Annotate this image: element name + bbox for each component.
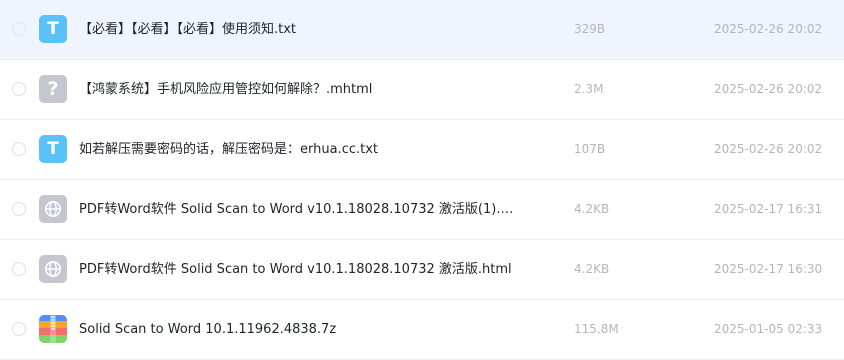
file-size: 4.2KB [574, 262, 610, 276]
file-date: 2025-01-05 02:33 [714, 322, 823, 336]
file-size: 329B [574, 22, 606, 36]
file-size: 2.3M [574, 82, 604, 96]
file-date: 2025-02-26 20:02 [714, 142, 823, 156]
file-name[interactable]: PDF转Word软件 Solid Scan to Word v10.1.1802… [79, 180, 519, 239]
txt-file-icon: T [39, 135, 67, 163]
file-row[interactable]: PDF转Word软件 Solid Scan to Word v10.1.1802… [0, 180, 844, 240]
file-row[interactable]: PDF转Word软件 Solid Scan to Word v10.1.1802… [0, 240, 844, 300]
row-checkbox[interactable] [12, 262, 26, 276]
html-file-icon [39, 195, 67, 223]
file-name[interactable]: 【必看】【必看】【必看】使用须知.txt [79, 0, 296, 59]
row-checkbox[interactable] [12, 202, 26, 216]
zip-archive-icon [39, 315, 67, 343]
file-date: 2025-02-17 16:31 [714, 202, 823, 216]
file-date: 2025-02-26 20:02 [714, 82, 823, 96]
file-size: 107B [574, 142, 606, 156]
unknown-file-icon: ? [39, 75, 67, 103]
globe-icon [45, 261, 61, 277]
row-checkbox[interactable] [12, 142, 26, 156]
html-file-icon [39, 255, 67, 283]
file-name[interactable]: PDF转Word软件 Solid Scan to Word v10.1.1802… [79, 240, 512, 299]
file-row[interactable]: T 如若解压需要密码的话，解压密码是：erhua.cc.txt 107B 202… [0, 120, 844, 180]
file-date: 2025-02-26 20:02 [714, 22, 823, 36]
file-list: T 【必看】【必看】【必看】使用须知.txt 329B 2025-02-26 2… [0, 0, 844, 360]
archive-file-icon [39, 315, 67, 343]
file-name[interactable]: Solid Scan to Word 10.1.11962.4838.7z [79, 300, 336, 359]
file-row[interactable]: T 【必看】【必看】【必看】使用须知.txt 329B 2025-02-26 2… [0, 0, 844, 60]
row-checkbox[interactable] [12, 22, 26, 36]
file-row[interactable]: Solid Scan to Word 10.1.11962.4838.7z 11… [0, 300, 844, 360]
file-size: 4.2KB [574, 202, 610, 216]
file-date: 2025-02-17 16:30 [714, 262, 823, 276]
row-checkbox[interactable] [12, 82, 26, 96]
file-size: 115.8M [574, 322, 619, 336]
globe-icon [45, 201, 61, 217]
row-checkbox[interactable] [12, 322, 26, 336]
file-name[interactable]: 【鸿蒙系统】手机风险应用管控如何解除？.mhtml [79, 60, 372, 119]
txt-file-icon: T [39, 15, 67, 43]
file-name[interactable]: 如若解压需要密码的话，解压密码是：erhua.cc.txt [79, 120, 378, 179]
file-row[interactable]: ? 【鸿蒙系统】手机风险应用管控如何解除？.mhtml 2.3M 2025-02… [0, 60, 844, 120]
